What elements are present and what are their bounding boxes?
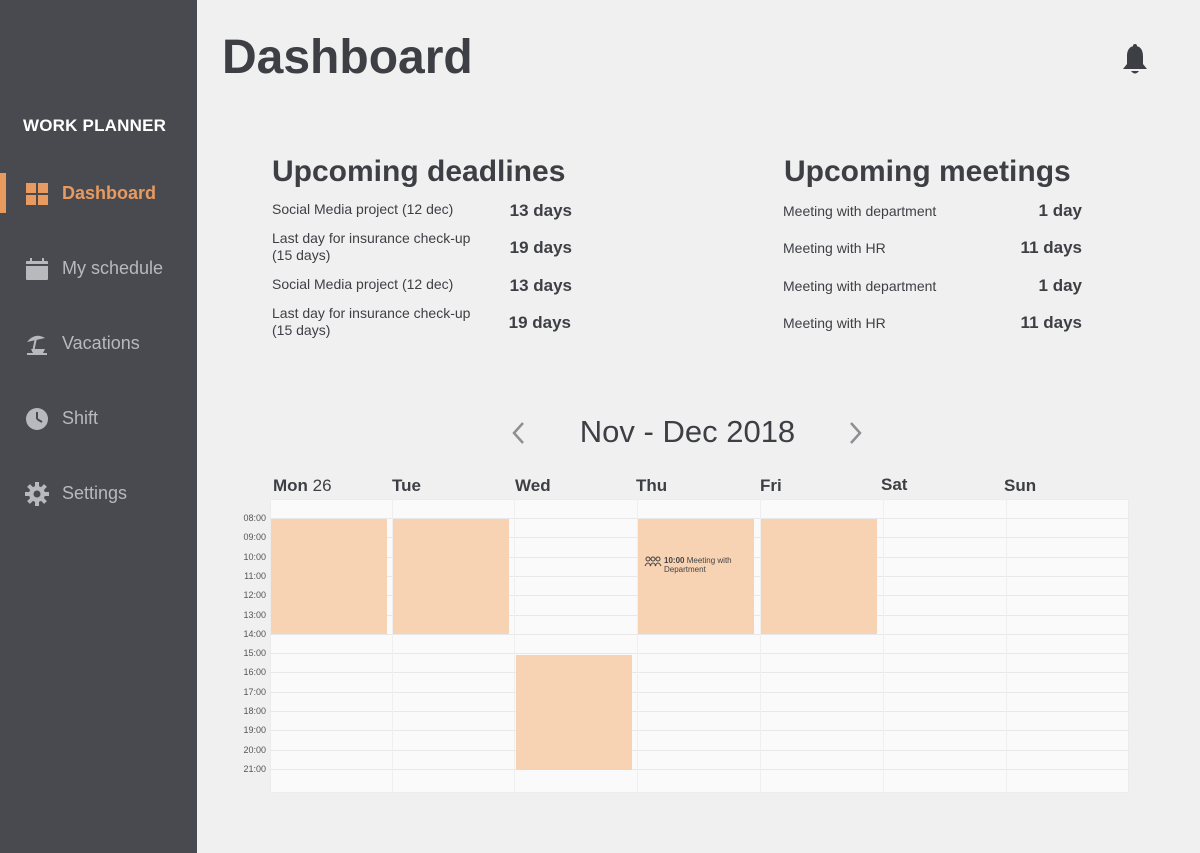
hour-line [270,634,1129,635]
time-label: 12:00 [243,590,266,600]
day-number: 26 [312,476,332,495]
event-block-fri[interactable] [761,519,877,634]
beach-umbrella-icon [27,335,47,355]
calendar-range-title: Nov - Dec 2018 [579,414,796,449]
meeting-value: 11 days [1020,238,1082,257]
event-block-thu[interactable]: 10:00 Meeting with Department [638,519,754,634]
hour-line [270,730,1129,731]
meeting-label: Meeting with department [783,203,937,219]
hour-line [270,750,1129,751]
day-header-sun: Sun [1004,476,1036,496]
hour-line [270,653,1129,654]
meeting-value: 11 days [1020,313,1082,332]
sidebar-item-label: Dashboard [62,183,157,203]
time-label: 15:00 [243,648,266,658]
time-label: 10:00 [243,552,266,562]
chevron-right-icon[interactable] [845,420,865,446]
deadline-value: 13 days [509,201,572,220]
calendar-icon [26,258,48,280]
time-label: 11:00 [244,571,266,581]
sidebar: WORK PLANNER Dashboard My schedule Vacat… [0,0,197,853]
meetings-title: Upcoming meetings [784,155,1071,188]
event-block-wed[interactable] [516,655,632,770]
bell-icon[interactable] [1121,44,1149,76]
day-column-line [883,499,884,793]
time-label: 21:00 [243,764,266,774]
day-header-sat: Sat [881,475,907,495]
deadline-value: 19 days [509,238,572,257]
time-label: 09:00 [243,532,266,542]
sidebar-item-label: Vacations [62,333,140,353]
clock-icon [26,408,48,430]
event-text: 10:00 Meeting with Department [664,556,759,574]
time-label: 16:00 [243,667,266,677]
day-name: Fri [760,476,782,495]
day-name: Sun [1004,476,1037,495]
time-label: 17:00 [243,687,266,697]
day-name: Mon [273,476,308,495]
day-header-fri: Fri [760,476,782,496]
hour-line [270,769,1129,770]
deadline-label: Social Media project (12 dec) [272,201,454,217]
deadline-label: Last day for insurance check-up (15 days… [272,305,471,338]
day-header-mon: Mon 26 [273,476,332,496]
event-block-tue[interactable] [393,519,509,634]
day-column-line [1006,499,1007,793]
people-icon [644,556,662,567]
day-name: Sat [881,475,908,494]
active-indicator [0,173,6,213]
meeting-value: 1 day [1038,276,1082,295]
sidebar-item-my-schedule[interactable]: My schedule [0,248,197,288]
app-brand: WORK PLANNER [23,116,167,135]
meeting-label: Meeting with HR [783,240,886,256]
hour-line [270,672,1129,673]
meeting-label: Meeting with department [783,278,937,294]
deadline-label: Social Media project (12 dec) [272,276,454,292]
hour-line [270,692,1129,693]
day-header-thu: Thu [636,476,667,496]
sidebar-item-dashboard[interactable]: Dashboard [0,173,197,213]
time-label: 08:00 [243,513,266,523]
day-header-wed: Wed [515,476,551,496]
time-label: 18:00 [243,706,266,716]
sidebar-item-shift[interactable]: Shift [0,398,197,438]
event-block-mon[interactable] [271,519,387,634]
time-label: 19:00 [243,725,266,735]
sidebar-item-label: Shift [62,408,99,428]
event-time: 10:00 [664,556,685,565]
sidebar-item-settings[interactable]: Settings [0,473,197,513]
hour-line [270,711,1129,712]
day-header-tue: Tue [392,476,421,496]
chevron-left-icon[interactable] [509,420,529,446]
sidebar-item-vacations[interactable]: Vacations [0,323,197,363]
sidebar-item-label: My schedule [62,258,164,278]
dashboard-grid-icon [26,183,48,205]
deadline-value: 19 days [508,313,571,332]
meeting-value: 1 day [1038,201,1082,220]
day-column-line [514,499,515,793]
day-name: Wed [515,476,551,495]
time-label: 20:00 [243,745,266,755]
time-label: 14:00 [243,629,266,639]
page-title: Dashboard [222,31,473,84]
deadlines-title: Upcoming deadlines [272,155,566,188]
deadline-value: 13 days [509,276,572,295]
sidebar-item-label: Settings [62,483,128,503]
meeting-label: Meeting with HR [783,315,886,331]
day-name: Tue [392,476,421,495]
deadline-label: Last day for insurance check-up (15 days… [272,230,471,263]
gear-icon [25,482,49,506]
time-label: 13:00 [243,610,266,620]
day-name: Thu [636,476,668,495]
